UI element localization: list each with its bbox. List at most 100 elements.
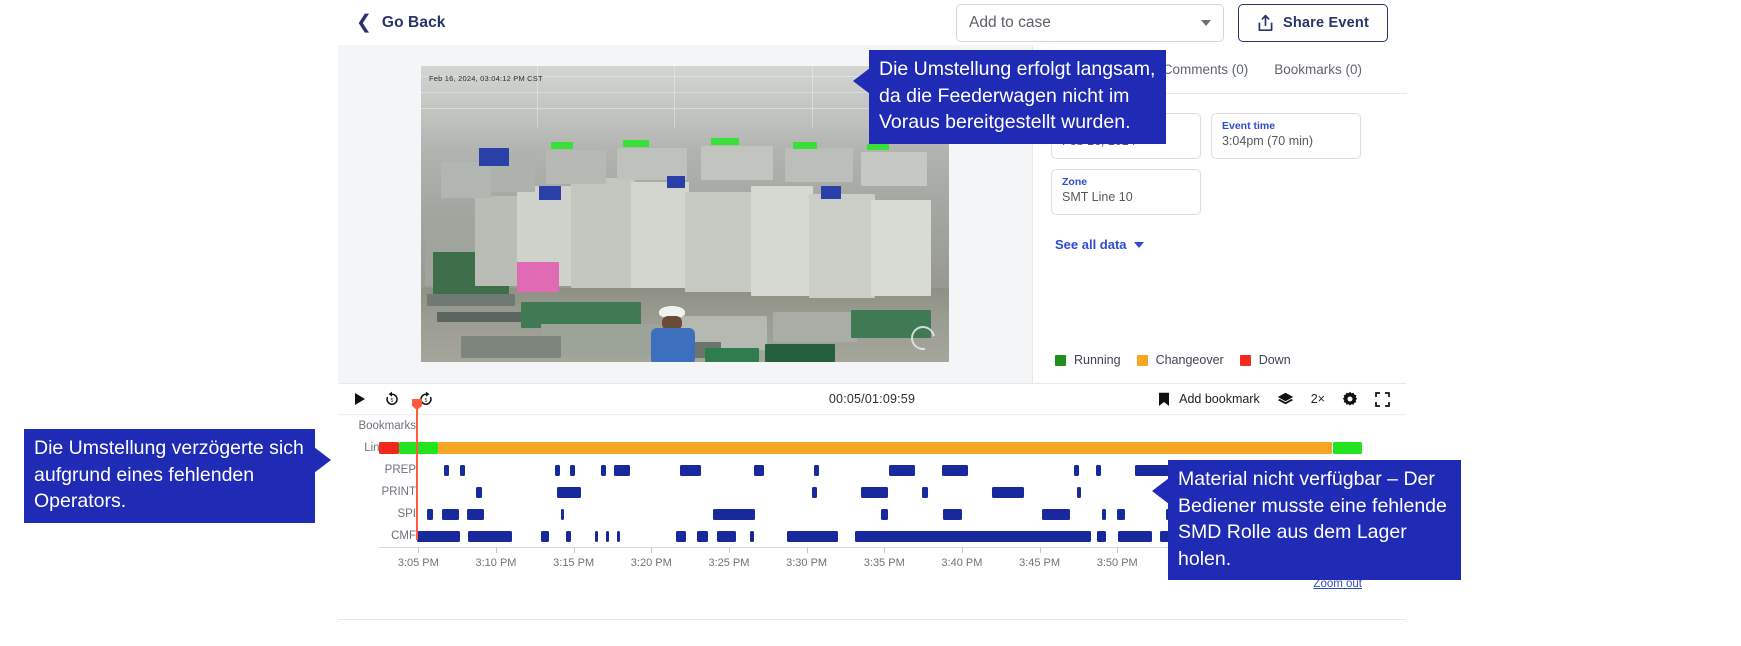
timeline-segment[interactable]: [1117, 509, 1126, 520]
timeline-segment[interactable]: [398, 442, 438, 454]
timeline-segment[interactable]: [749, 531, 755, 542]
timeline-row[interactable]: [379, 415, 1362, 437]
axis-tick: [651, 547, 653, 553]
timeline-playhead[interactable]: [416, 408, 418, 540]
timeline-segment[interactable]: [881, 509, 889, 520]
legend-swatch-running: [1055, 354, 1066, 366]
add-to-case-select[interactable]: Add to case: [955, 3, 1224, 42]
share-event-label: Share Event: [1282, 14, 1369, 31]
timeline-segment[interactable]: [854, 531, 1091, 542]
timeline-segment[interactable]: [616, 531, 620, 542]
timeline-segment[interactable]: [717, 531, 736, 542]
callout-arrow-left-icon: [853, 68, 870, 94]
timeline-segment[interactable]: [468, 531, 512, 542]
field-zone-value: SMT Line 10: [1062, 190, 1133, 204]
axis-tick-label: 3:50 PM: [1096, 557, 1138, 569]
svg-text:5: 5: [425, 398, 428, 404]
timeline-segment[interactable]: [679, 465, 702, 476]
field-event-time: Event time 3:04pm (70 min): [1211, 113, 1361, 159]
timeline-segment[interactable]: [1095, 465, 1101, 476]
layers-icon[interactable]: [1277, 392, 1294, 407]
timeline-segment[interactable]: [860, 487, 889, 498]
annotation-operator-text: Die Umstellung verzögerte sich aufgrund …: [34, 437, 304, 512]
timeline-segment[interactable]: [554, 465, 560, 476]
timeline-segment[interactable]: [437, 442, 1333, 454]
timeline-segment[interactable]: [1041, 509, 1071, 520]
chevron-left-icon: ❮: [356, 12, 372, 33]
go-back-button[interactable]: ❮ Go Back: [356, 13, 446, 32]
axis-tick-label: 3:20 PM: [630, 557, 672, 569]
timeline-segment[interactable]: [713, 509, 755, 520]
legend-label-running: Running: [1074, 353, 1121, 367]
timeline-segment[interactable]: [441, 509, 459, 520]
callout-arrow-right-icon: [314, 447, 331, 473]
annotation-operator: Die Umstellung verzögerte sich aufgrund …: [24, 429, 331, 523]
timeline-segment[interactable]: [1096, 531, 1107, 542]
timeline-segment[interactable]: [753, 465, 765, 476]
tab-comments[interactable]: Comments (0): [1163, 62, 1249, 77]
axis-tick-label: 3:40 PM: [941, 557, 983, 569]
add-bookmark-button[interactable]: Add bookmark: [1158, 392, 1260, 407]
axis-tick-label: 3:45 PM: [1019, 557, 1061, 569]
axis-tick: [418, 547, 420, 553]
tab-bookmarks[interactable]: Bookmarks (0): [1274, 62, 1362, 77]
share-event-button[interactable]: Share Event: [1237, 3, 1388, 42]
fullscreen-icon[interactable]: [1375, 391, 1390, 407]
play-icon[interactable]: [354, 392, 366, 406]
timeline-segment[interactable]: [942, 465, 968, 476]
axis-tick: [1117, 547, 1119, 553]
legend-label-changeover: Changeover: [1155, 353, 1224, 367]
timeline-segment[interactable]: [417, 531, 460, 542]
axis-tick-label: 3:05 PM: [397, 557, 439, 569]
axis-tick: [728, 547, 730, 553]
legend-item-changeover: Changeover: [1136, 353, 1224, 367]
annotation-material: Material nicht verfügbar – Der Bediener …: [1152, 460, 1461, 580]
operator-figure: [647, 306, 699, 362]
annotation-changeover-text: Die Umstellung erfolgt langsam, da die F…: [879, 58, 1156, 133]
timeline-segment[interactable]: [889, 465, 915, 476]
bookmark-icon: [1159, 392, 1170, 406]
replay-5-icon[interactable]: 5: [384, 391, 400, 407]
timeline-segment[interactable]: [1073, 465, 1079, 476]
timeline-segment[interactable]: [1101, 509, 1107, 520]
timeline-segment[interactable]: [606, 531, 609, 542]
svg-text:5: 5: [391, 398, 394, 404]
timeline-segment[interactable]: [1332, 442, 1362, 454]
timeline-segment[interactable]: [556, 487, 582, 498]
timeline-segment[interactable]: [1118, 531, 1152, 542]
timeline-segment[interactable]: [569, 465, 575, 476]
state-legend: Running Changeover Down: [1055, 353, 1291, 367]
timeline-row[interactable]: [379, 437, 1362, 459]
add-to-case-value: Add to case: [968, 13, 1051, 31]
timeline-segment[interactable]: [992, 487, 1024, 498]
timeline-segment[interactable]: [613, 465, 630, 476]
timeline-segment[interactable]: [786, 531, 839, 542]
field-zone: Zone SMT Line 10: [1051, 169, 1201, 215]
playback-speed-button[interactable]: 2×: [1311, 392, 1325, 406]
timeline-segment[interactable]: [675, 531, 686, 542]
timeline-segment[interactable]: [459, 465, 465, 476]
timeline-segment[interactable]: [696, 531, 709, 542]
timeline-segment[interactable]: [379, 442, 399, 454]
timeline-segment[interactable]: [476, 487, 483, 498]
see-all-data-button[interactable]: See all data: [1055, 237, 1144, 252]
timeline-segment[interactable]: [921, 487, 928, 498]
header-actions: Add to case Share Event: [955, 3, 1388, 42]
timeline-segment[interactable]: [814, 465, 820, 476]
gear-icon[interactable]: [1342, 391, 1358, 407]
timeline-segment[interactable]: [565, 531, 571, 542]
playback-controls: 5 5: [354, 391, 434, 407]
timeline-segment[interactable]: [427, 509, 434, 520]
timeline-segment[interactable]: [943, 509, 962, 520]
timeline-segment[interactable]: [560, 509, 564, 520]
timeline-segment[interactable]: [811, 487, 818, 498]
field-event-time-label: Event time: [1222, 120, 1276, 132]
timeline-segment[interactable]: [601, 465, 607, 476]
timeline-segment[interactable]: [541, 531, 550, 542]
timeline-segment[interactable]: [1076, 487, 1081, 498]
bottom-divider: [338, 619, 1406, 620]
timeline-segment[interactable]: [595, 531, 599, 542]
timeline-segment[interactable]: [467, 509, 485, 520]
playback-time: 00:05/01:09:59: [828, 392, 916, 406]
timeline-segment[interactable]: [443, 465, 449, 476]
